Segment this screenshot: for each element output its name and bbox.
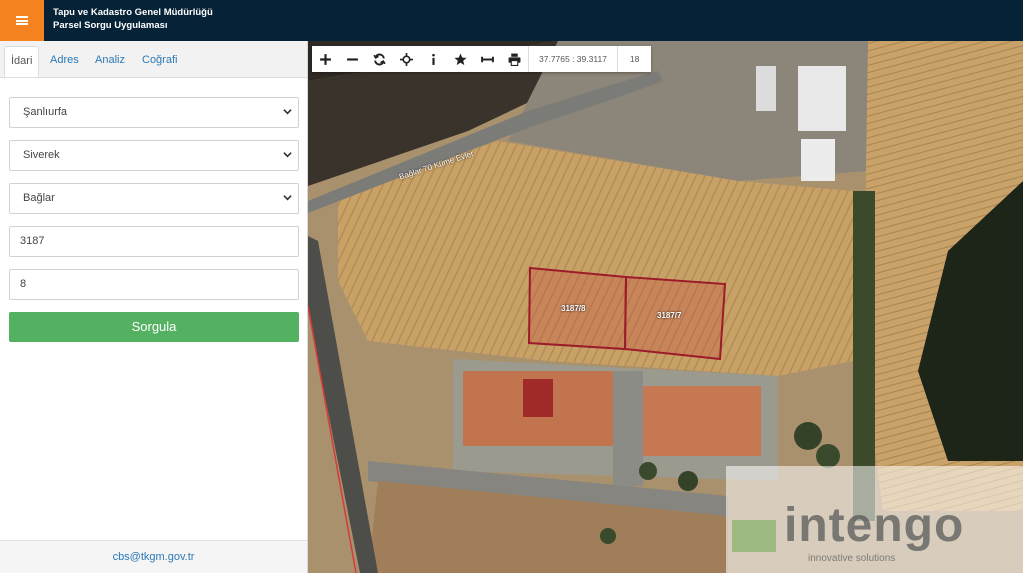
star-icon [454,53,467,65]
parcel-input[interactable]: 8 [9,269,299,300]
province-select[interactable]: Şanlıurfa [9,97,299,128]
app-title: Tapu ve Kadastro Genel Müdürlüğü Parsel … [53,6,213,32]
block-input-value: 3187 [20,235,45,247]
sidebar: İdari Adres Analiz Coğrafi Şanlıurfa Siv… [0,41,308,573]
watermark-logo-mark [732,520,776,552]
menu-button[interactable] [0,0,44,41]
hamburger-icon [16,16,28,25]
neighborhood-select-value: Bağlar [23,192,55,204]
locate-button[interactable] [393,46,420,72]
parcel-label-3187-7[interactable]: 3187/7 [657,311,681,320]
neighborhood-select[interactable]: Bağlar [9,183,299,214]
contact-email-link[interactable]: cbs@tkgm.gov.tr [113,551,195,563]
coordinate-readout: 37.7765 : 39.3117 [528,46,617,72]
measure-button[interactable] [474,46,501,72]
locate-icon [400,52,413,66]
tab-idari[interactable]: İdari [4,46,40,77]
print-button[interactable] [501,46,528,72]
parcel-label-3187-8[interactable]: 3187/8 [561,304,585,313]
refresh-button[interactable] [366,46,393,72]
app-title-line1: Tapu ve Kadastro Genel Müdürlüğü [53,7,213,18]
tab-cografi[interactable]: Coğrafi [136,46,183,77]
top-bar: Tapu ve Kadastro Genel Müdürlüğü Parsel … [0,0,1023,41]
province-select-value: Şanlıurfa [23,106,68,118]
parcel-input-value: 8 [20,278,27,290]
chevron-down-icon [283,152,292,158]
tab-bar: İdari Adres Analiz Coğrafi [0,41,307,78]
map-toolbar: 37.7765 : 39.3117 18 [312,46,652,72]
print-icon [508,53,521,66]
query-button[interactable]: Sorgula [9,312,299,342]
sidebar-footer: cbs@tkgm.gov.tr [0,540,307,573]
app-title-line2: Parsel Sorgu Uygulaması [53,20,168,31]
district-select[interactable]: Siverek [9,140,299,171]
tab-adres[interactable]: Adres [44,46,85,77]
zoom-in-icon [320,53,331,65]
refresh-icon [373,53,386,65]
info-button[interactable] [420,46,447,72]
district-select-value: Siverek [23,149,60,161]
zoom-level: 18 [616,46,651,72]
zoom-in-button[interactable] [312,46,339,72]
chevron-down-icon [283,109,292,115]
watermark-text: intengo [784,499,965,552]
zoom-out-button[interactable] [339,46,366,72]
measure-icon [481,56,494,62]
map-view[interactable]: Bağlar 70 Küme Evler 3187/8 3187/7 37.77… [308,41,1023,573]
watermark: intengo innovative solutions [726,466,1023,573]
block-input[interactable]: 3187 [9,226,299,257]
zoom-out-icon [347,57,358,61]
tab-analiz[interactable]: Analiz [89,46,131,77]
watermark-subtext: innovative solutions [808,553,896,564]
chevron-down-icon [283,195,292,201]
favorite-button[interactable] [447,46,474,72]
info-icon [432,53,435,65]
